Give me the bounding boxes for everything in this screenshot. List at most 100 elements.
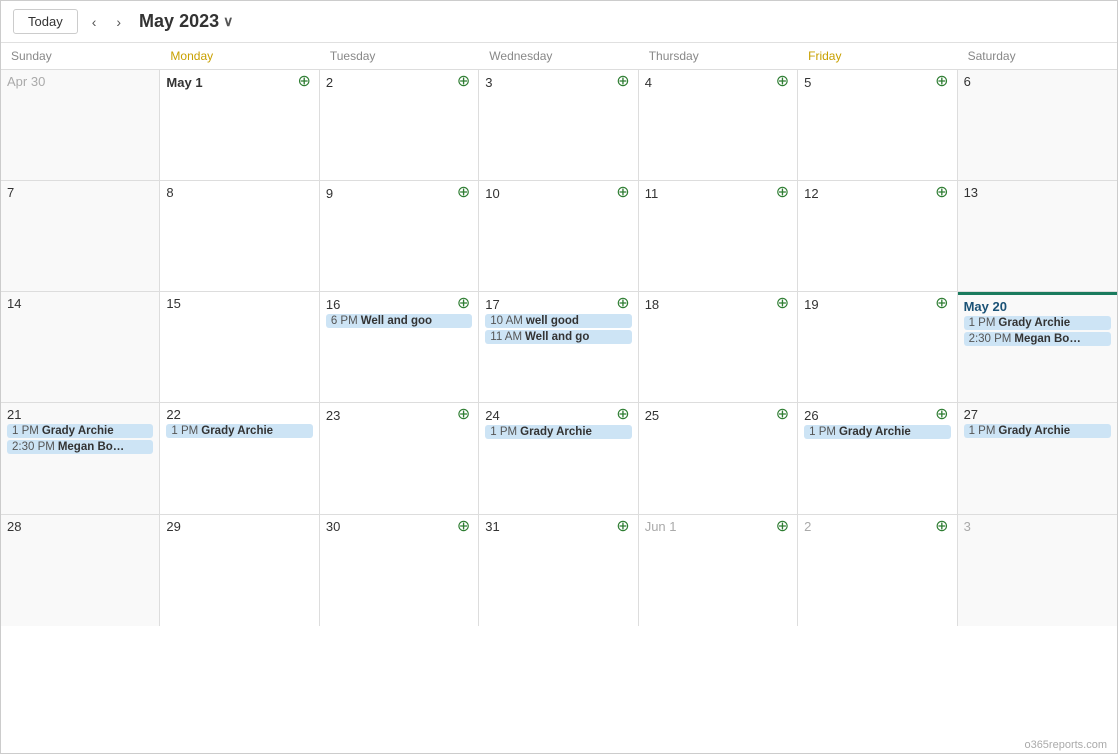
day-header-sunday: Sunday bbox=[1, 43, 160, 69]
event-item[interactable]: 1 PMGrady Archie bbox=[485, 425, 631, 439]
event-item[interactable]: 10 AMwell good bbox=[485, 314, 631, 328]
add-event-button[interactable]: ⊕ bbox=[614, 74, 631, 90]
event-time: 10 AM bbox=[490, 315, 523, 327]
add-event-button[interactable]: ⊕ bbox=[933, 74, 950, 90]
day-number: 31 bbox=[485, 519, 499, 534]
day-cell-3-5[interactable]: 26 ⊕ 1 PMGrady Archie bbox=[798, 403, 957, 513]
day-cell-3-2[interactable]: 23 ⊕ bbox=[320, 403, 479, 513]
day-cell-2-6[interactable]: May 20 1 PMGrady Archie 2:30 PMMegan Bo… bbox=[958, 292, 1117, 402]
day-number: 19 bbox=[804, 297, 818, 312]
event-title: Well and goo bbox=[361, 315, 432, 327]
add-event-button[interactable]: ⊕ bbox=[455, 519, 472, 535]
add-event-button[interactable]: ⊕ bbox=[614, 296, 631, 312]
add-event-button[interactable]: ⊕ bbox=[933, 519, 950, 535]
day-cell-1-2[interactable]: 9⊕ bbox=[320, 181, 479, 291]
day-cell-4-0[interactable]: 28 bbox=[1, 515, 160, 626]
day-cell-0-1[interactable]: May 1 ⊕ bbox=[160, 70, 319, 180]
prev-button[interactable]: ‹ bbox=[86, 12, 103, 32]
day-cell-2-3[interactable]: 17⊕10 AMwell good11 AMWell and go bbox=[479, 292, 638, 402]
day-cell-4-2[interactable]: 30⊕ bbox=[320, 515, 479, 626]
day-number: 23 bbox=[326, 408, 340, 423]
add-event-button[interactable]: ⊕ bbox=[295, 74, 312, 90]
day-number: 28 bbox=[7, 519, 21, 534]
week-row-3: 211 PMGrady Archie2:30 PMMegan Bo…221 PM… bbox=[1, 403, 1117, 514]
day-cell-3-3[interactable]: 24⊕1 PMGrady Archie bbox=[479, 403, 638, 513]
day-number: Jun 1 bbox=[645, 519, 677, 534]
calendar-grid-wrapper: SundayMondayTuesdayWednesdayThursdayFrid… bbox=[1, 43, 1117, 737]
event-time: 2:30 PM bbox=[12, 441, 55, 453]
add-event-button[interactable]: ⊕ bbox=[455, 185, 472, 201]
day-number: 25 bbox=[645, 408, 659, 423]
add-event-button[interactable]: ⊕ bbox=[774, 407, 791, 423]
add-event-button[interactable]: ⊕ bbox=[933, 407, 950, 423]
day-cell-2-1[interactable]: 15 bbox=[160, 292, 319, 402]
event-item[interactable]: 1 PMGrady Archie bbox=[166, 424, 312, 438]
event-item[interactable]: 1 PMGrady Archie bbox=[7, 424, 153, 438]
day-cell-1-5[interactable]: 12 ⊕ bbox=[798, 181, 957, 291]
add-event-button[interactable]: ⊕ bbox=[455, 296, 472, 312]
day-cell-3-6[interactable]: 271 PMGrady Archie bbox=[958, 403, 1117, 513]
day-headers: SundayMondayTuesdayWednesdayThursdayFrid… bbox=[1, 43, 1117, 70]
day-cell-2-2[interactable]: 16⊕6 PMWell and goo bbox=[320, 292, 479, 402]
day-cell-4-1[interactable]: 29 bbox=[160, 515, 319, 626]
event-item[interactable]: 6 PMWell and goo bbox=[326, 314, 472, 328]
event-title: Grady Archie bbox=[998, 425, 1070, 437]
day-cell-3-4[interactable]: 25 ⊕ bbox=[639, 403, 798, 513]
event-item[interactable]: 11 AMWell and go bbox=[485, 330, 631, 344]
day-header-friday: Friday bbox=[798, 43, 957, 69]
day-cell-4-4[interactable]: Jun 1 ⊕ bbox=[639, 515, 798, 626]
day-cell-0-3[interactable]: 3⊕ bbox=[479, 70, 638, 180]
day-cell-0-5[interactable]: 5⊕ bbox=[798, 70, 957, 180]
event-item[interactable]: 1 PMGrady Archie bbox=[804, 425, 950, 439]
add-event-button[interactable]: ⊕ bbox=[774, 185, 791, 201]
day-cell-1-3[interactable]: 10⊕ bbox=[479, 181, 638, 291]
event-title: Grady Archie bbox=[839, 426, 911, 438]
event-item[interactable]: 1 PMGrady Archie bbox=[964, 316, 1111, 330]
add-event-button[interactable]: ⊕ bbox=[933, 296, 950, 312]
day-cell-2-5[interactable]: 19 ⊕ bbox=[798, 292, 957, 402]
day-cell-0-0[interactable]: Apr 30 bbox=[1, 70, 160, 180]
add-event-button[interactable]: ⊕ bbox=[614, 519, 631, 535]
calendar-grid: Apr 30May 1⊕2⊕3⊕4⊕5⊕6789⊕10⊕11⊕12⊕131415… bbox=[1, 70, 1117, 737]
add-event-button[interactable]: ⊕ bbox=[933, 185, 950, 201]
day-cell-2-0[interactable]: 14 bbox=[1, 292, 160, 402]
day-cell-0-4[interactable]: 4⊕ bbox=[639, 70, 798, 180]
day-number: 3 bbox=[485, 75, 492, 90]
month-dropdown-icon[interactable]: ∨ bbox=[223, 13, 233, 30]
day-header-monday: Monday bbox=[160, 43, 319, 69]
add-event-button[interactable]: ⊕ bbox=[614, 407, 631, 423]
add-event-button[interactable]: ⊕ bbox=[774, 296, 791, 312]
day-cell-3-1[interactable]: 221 PMGrady Archie bbox=[160, 403, 319, 513]
day-cell-1-4[interactable]: 11⊕ bbox=[639, 181, 798, 291]
day-number: 26 bbox=[804, 408, 818, 423]
day-cell-1-1[interactable]: 8 bbox=[160, 181, 319, 291]
day-number: 3 bbox=[964, 519, 971, 534]
day-cell-1-6[interactable]: 13 bbox=[958, 181, 1117, 291]
day-number: May 1 bbox=[166, 75, 202, 90]
day-number: 15 bbox=[166, 296, 180, 311]
event-item[interactable]: 2:30 PMMegan Bo… bbox=[964, 332, 1111, 346]
day-number: 14 bbox=[7, 296, 21, 311]
event-item[interactable]: 2:30 PMMegan Bo… bbox=[7, 440, 153, 454]
add-event-button[interactable]: ⊕ bbox=[455, 407, 472, 423]
add-event-button[interactable]: ⊕ bbox=[774, 74, 791, 90]
add-event-button[interactable]: ⊕ bbox=[455, 74, 472, 90]
day-number: 6 bbox=[964, 74, 971, 89]
today-button[interactable]: Today bbox=[13, 9, 78, 34]
add-event-button[interactable]: ⊕ bbox=[614, 185, 631, 201]
day-cell-4-5[interactable]: 2⊕ bbox=[798, 515, 957, 626]
day-cell-1-0[interactable]: 7 bbox=[1, 181, 160, 291]
day-cell-0-6[interactable]: 6 bbox=[958, 70, 1117, 180]
event-item[interactable]: 1 PMGrady Archie bbox=[964, 424, 1111, 438]
day-number: Apr 30 bbox=[7, 74, 45, 89]
day-cell-0-2[interactable]: 2⊕ bbox=[320, 70, 479, 180]
day-cell-4-6[interactable]: 3 bbox=[958, 515, 1117, 626]
day-cell-2-4[interactable]: 18⊕ bbox=[639, 292, 798, 402]
day-number: 12 bbox=[804, 186, 818, 201]
day-header-tuesday: Tuesday bbox=[320, 43, 479, 69]
add-event-button[interactable]: ⊕ bbox=[774, 519, 791, 535]
day-cell-3-0[interactable]: 211 PMGrady Archie2:30 PMMegan Bo… bbox=[1, 403, 160, 513]
day-cell-4-3[interactable]: 31 ⊕ bbox=[479, 515, 638, 626]
next-button[interactable]: › bbox=[110, 12, 127, 32]
day-number: May 20 bbox=[964, 299, 1007, 314]
